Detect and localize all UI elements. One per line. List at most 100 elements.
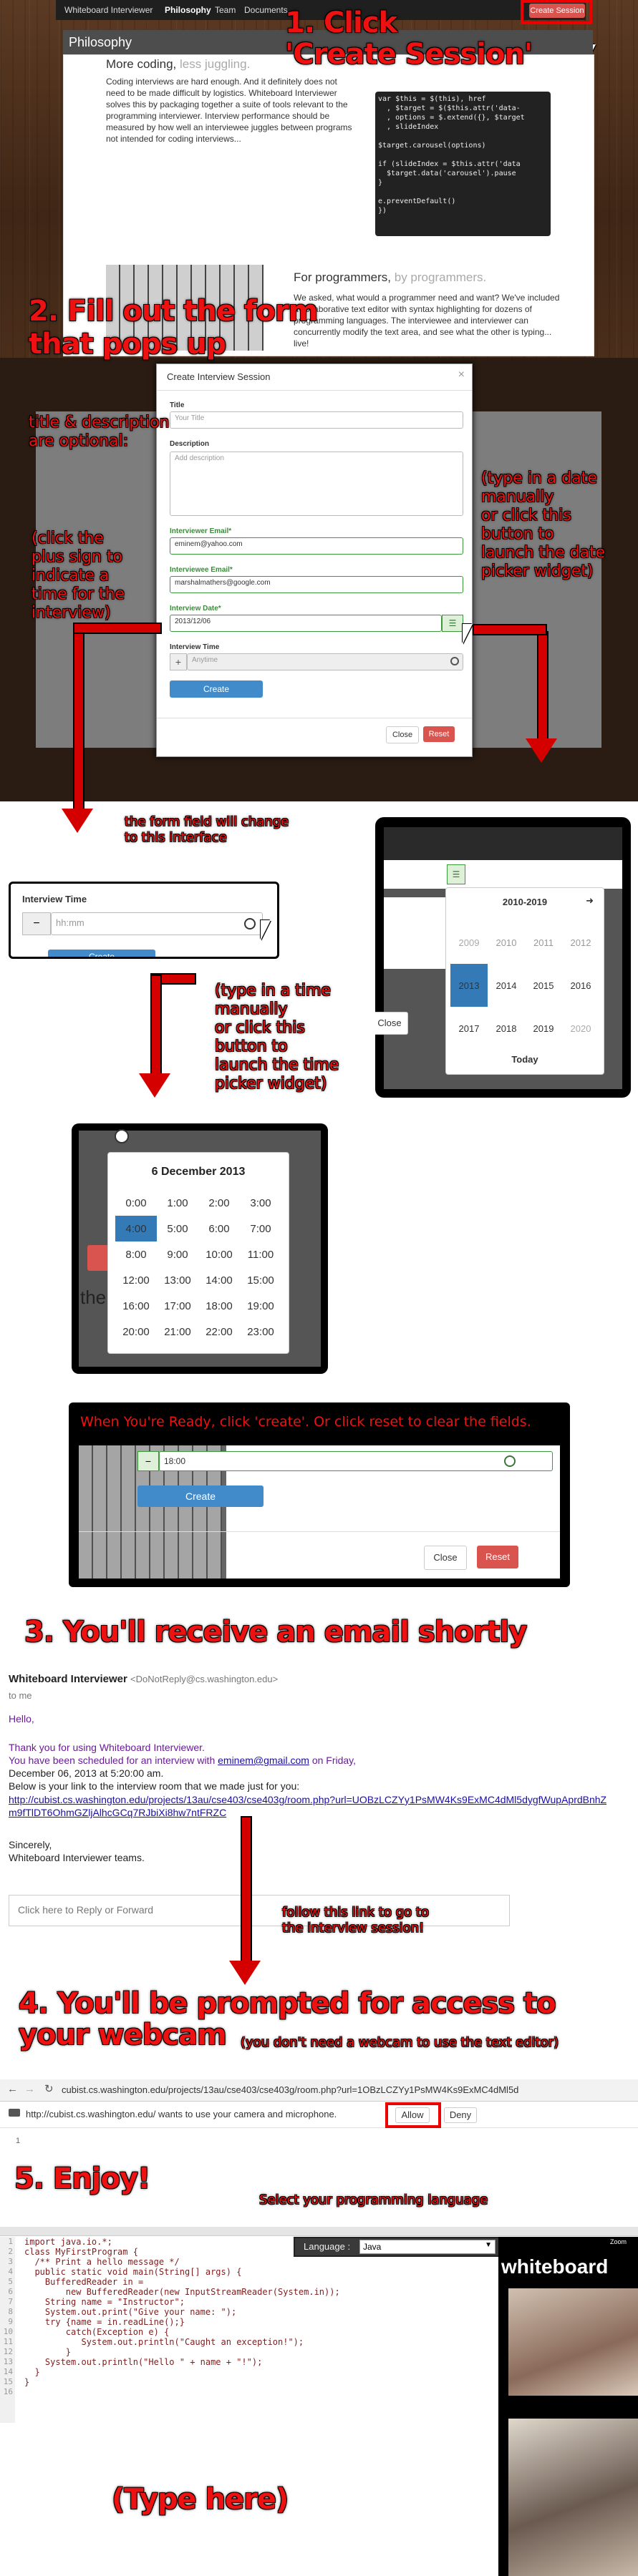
code-snippet: var $this = $(this), href , $target = $(… xyxy=(375,92,551,236)
time-cell[interactable]: 3:00 xyxy=(240,1190,281,1216)
year-cell[interactable]: 2010 xyxy=(488,921,525,964)
nav-philosophy[interactable]: Philosophy xyxy=(165,5,211,15)
code-editor[interactable]: import java.io.*; class MyFirstProgram {… xyxy=(24,2237,483,2423)
reset-button[interactable]: Reset xyxy=(477,1546,518,1568)
time-cell[interactable]: 11:00 xyxy=(240,1241,281,1267)
time-cell[interactable]: 6:00 xyxy=(198,1216,240,1241)
time-cell[interactable]: 23:00 xyxy=(240,1319,281,1345)
time-cell[interactable]: 22:00 xyxy=(198,1319,240,1345)
description-input[interactable]: Add description xyxy=(170,452,463,516)
step3-label: 3. You'll receive an email shortly xyxy=(24,1616,527,1649)
time-input[interactable]: 18:00 xyxy=(159,1451,553,1471)
time-cell[interactable]: 21:00 xyxy=(157,1319,198,1345)
nav-documents[interactable]: Documents xyxy=(244,5,288,15)
year-cell[interactable]: 2018 xyxy=(488,1007,525,1050)
email-mailto-link[interactable]: eminem@gmail.com xyxy=(218,1755,309,1766)
brand[interactable]: Whiteboard Interviewer xyxy=(64,5,153,15)
deny-button[interactable]: Deny xyxy=(444,2107,477,2123)
zoom-label: Zoom xyxy=(610,2238,627,2245)
interviewer-email-input[interactable]: eminem@yahoo.com xyxy=(170,537,463,555)
time-cell[interactable]: 12:00 xyxy=(115,1267,157,1293)
next-arrow-icon[interactable]: ➜ xyxy=(586,895,594,907)
year-cell[interactable]: 2016 xyxy=(562,964,599,1007)
create-button[interactable]: Create xyxy=(137,1485,264,1507)
back-icon[interactable]: ← xyxy=(7,2083,18,2095)
mouse-cursor-icon xyxy=(463,624,473,644)
arrow-right-horizontal xyxy=(473,624,547,635)
year-cell[interactable]: 2017 xyxy=(450,1007,488,1050)
today-button[interactable]: Today xyxy=(446,1054,604,1065)
close-button[interactable]: Close xyxy=(386,726,419,743)
webcam-video-2 xyxy=(508,2419,638,2576)
email-line2: You have been scheduled for an interview… xyxy=(9,1755,357,1766)
interview-time-input[interactable]: Anytime xyxy=(187,653,463,670)
reset-button-partial[interactable] xyxy=(87,1245,109,1271)
clock-icon[interactable] xyxy=(115,1129,129,1143)
close-button[interactable]: Close xyxy=(424,1546,467,1570)
time-cell[interactable]: 13:00 xyxy=(157,1267,198,1293)
time-cell[interactable]: 8:00 xyxy=(115,1241,157,1267)
time-cell[interactable]: 0:00 xyxy=(115,1190,157,1216)
year-cell[interactable]: 2015 xyxy=(525,964,562,1007)
email-sender-address: <DoNotReply@cs.washington.edu> xyxy=(130,1674,279,1684)
modal-close-icon[interactable]: × xyxy=(458,369,465,381)
create-session-button[interactable]: Create Session xyxy=(529,4,585,18)
reset-button[interactable]: Reset xyxy=(423,726,455,742)
create-button-partial[interactable]: Create xyxy=(48,950,155,957)
time-cell[interactable]: 14:00 xyxy=(198,1267,240,1293)
nav-team[interactable]: Team xyxy=(215,5,236,15)
interview-date-input[interactable]: 2013/12/06 xyxy=(170,615,442,632)
time-cell[interactable]: 2:00 xyxy=(198,1190,240,1216)
year-cell[interactable]: 2011 xyxy=(525,921,562,964)
arrow-left-vertical xyxy=(73,630,84,811)
time-cell-selected[interactable]: 4:00 xyxy=(115,1216,157,1241)
follow-link-note: follow this link to go to the interview … xyxy=(282,1905,429,1936)
address-bar[interactable]: cubist.cs.washington.edu/projects/13au/c… xyxy=(62,2082,634,2098)
year-cell[interactable]: 2009 xyxy=(450,921,488,964)
time-cell[interactable]: 1:00 xyxy=(157,1190,198,1216)
email-team: Whiteboard Interviewer teams. xyxy=(9,1852,145,1863)
create-button[interactable]: Create xyxy=(170,680,263,698)
time-cell[interactable]: 7:00 xyxy=(240,1216,281,1241)
year-cell[interactable]: 2014 xyxy=(488,964,525,1007)
year-cell[interactable]: 2019 xyxy=(525,1007,562,1050)
time-hhmm-input[interactable]: hh:mm xyxy=(51,912,263,935)
decade-range[interactable]: 2010-2019 xyxy=(446,897,604,907)
email-to[interactable]: to me xyxy=(9,1690,32,1701)
camera-icon xyxy=(9,2109,20,2117)
year-cell[interactable]: 2020 xyxy=(562,1007,599,1050)
time-cell[interactable]: 19:00 xyxy=(240,1293,281,1319)
time-minus-button[interactable]: − xyxy=(22,912,51,935)
allow-button[interactable]: Allow xyxy=(395,2107,430,2123)
interviewee-email-input[interactable]: marshalmathers@google.com xyxy=(170,576,463,593)
date-type-note: (type in a date manually or click this b… xyxy=(481,469,606,580)
calendar-button[interactable]: ☰ xyxy=(442,615,463,632)
time-cell[interactable]: 9:00 xyxy=(157,1241,198,1267)
time-cell[interactable]: 18:00 xyxy=(198,1293,240,1319)
time-cell[interactable]: 5:00 xyxy=(157,1216,198,1241)
time-type-note: (type in a time manually or click this b… xyxy=(215,982,339,1093)
time-cell[interactable]: 15:00 xyxy=(240,1267,281,1293)
clock-icon[interactable] xyxy=(244,918,256,930)
time-cell[interactable]: 17:00 xyxy=(157,1293,198,1319)
time-cell[interactable]: 16:00 xyxy=(115,1293,157,1319)
sidebar-brand: whiteboard xyxy=(501,2255,609,2278)
step5-label: 5. Enjoy! xyxy=(14,2162,150,2195)
time-plus-button[interactable]: + xyxy=(170,653,187,670)
step1-label: 1. Click 'Create Session' xyxy=(285,6,533,71)
time-cell[interactable]: 10:00 xyxy=(198,1241,240,1267)
title-input[interactable]: Your Title xyxy=(170,411,463,429)
reload-icon[interactable]: ↻ xyxy=(44,2082,54,2095)
forward-icon[interactable]: → xyxy=(24,2083,35,2095)
side-text: the xyxy=(80,1287,107,1308)
time-cell[interactable]: 20:00 xyxy=(115,1319,157,1345)
picker-close-button[interactable]: Close xyxy=(375,1012,408,1035)
year-cell[interactable]: 2012 xyxy=(562,921,599,964)
time-minus-button[interactable]: − xyxy=(137,1451,159,1471)
arrow-middle-vertical xyxy=(150,975,162,1078)
interview-room-link[interactable]: http://cubist.cs.washington.edu/projects… xyxy=(9,1793,613,1819)
year-cell-selected[interactable]: 2013 xyxy=(450,964,488,1007)
clock-icon[interactable] xyxy=(504,1455,516,1467)
calendar-button[interactable]: ☰ xyxy=(447,864,465,884)
reply-box[interactable]: Click here to Reply or Forward xyxy=(9,1895,510,1926)
